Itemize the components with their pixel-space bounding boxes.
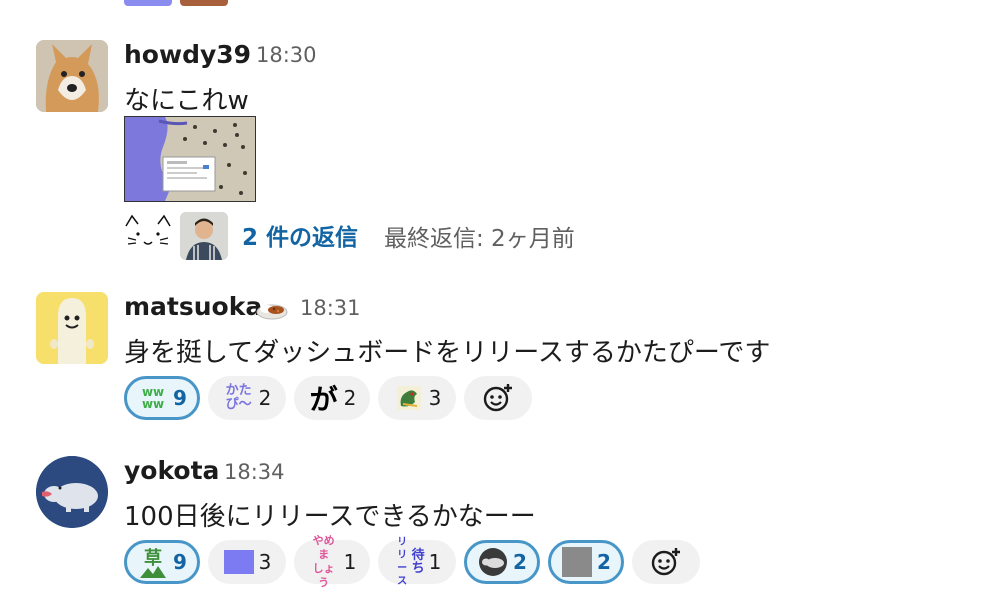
message-text: なにこれw <box>124 86 249 116</box>
reaction-count: 3 <box>258 550 272 574</box>
hippo-avatar-icon <box>36 456 108 528</box>
reaction-count: 2 <box>343 386 357 410</box>
ghost-avatar-icon <box>36 292 108 364</box>
person-avatar-icon <box>180 212 228 260</box>
dragon-icon <box>393 382 425 414</box>
username[interactable]: yokota <box>124 456 219 485</box>
reaction-count: 1 <box>343 550 357 574</box>
dog-avatar-icon <box>36 40 108 112</box>
previous-reaction-fragment <box>124 0 172 6</box>
reply-avatar-person[interactable] <box>180 212 228 260</box>
reaction-hippo[interactable]: 2 <box>464 540 540 584</box>
yamemashou-icon: やめま しょう <box>312 534 335 589</box>
katapi-icon: かた ぴ〜 <box>225 383 252 412</box>
reply-avatar-cat[interactable] <box>124 212 172 260</box>
avatar[interactable] <box>36 40 108 112</box>
reaction-release-machi[interactable]: リリース 待ち 1 <box>378 537 456 587</box>
add-emoji-icon <box>651 548 680 576</box>
curry-rice-icon <box>256 296 288 320</box>
reaction-count: 2 <box>258 386 272 410</box>
svg-text:草: 草 <box>144 547 162 569</box>
reaction-wwww[interactable]: ww ww 9 <box>124 376 200 420</box>
timestamp[interactable]: 18:30 <box>256 43 317 67</box>
avatar[interactable] <box>36 456 108 528</box>
reaction-gray-square[interactable]: 2 <box>548 540 624 584</box>
reaction-count: 9 <box>173 550 187 574</box>
screenshot-thumbnail-icon <box>125 117 255 201</box>
reaction-katapi[interactable]: かた ぴ〜 2 <box>208 376 286 420</box>
gray-square-icon <box>561 546 593 578</box>
wwww-icon: ww ww <box>141 385 165 411</box>
add-reaction-button[interactable] <box>632 540 700 584</box>
previous-avatar-fragment <box>180 0 228 6</box>
message-text: 100日後にリリースできるかなーー <box>124 502 536 532</box>
reaction-kusa[interactable]: 草 9 <box>124 540 200 584</box>
avatar[interactable] <box>36 292 108 364</box>
timestamp[interactable]: 18:34 <box>224 460 285 484</box>
reaction-yamemashou[interactable]: やめま しょう 1 <box>294 534 370 589</box>
kusa-icon: 草 <box>137 546 169 578</box>
reaction-ga[interactable]: が 2 <box>294 376 370 420</box>
reaction-count: 9 <box>173 386 187 410</box>
hippo-circle-icon <box>477 546 509 578</box>
reaction-count: 3 <box>428 386 442 410</box>
reaction-count: 1 <box>428 550 442 574</box>
username[interactable]: matsuoka <box>124 292 262 321</box>
message-text: 身を挺してダッシュボードをリリースするかたぴーです <box>124 338 771 368</box>
image-attachment[interactable] <box>124 116 256 202</box>
cat-face-icon <box>125 214 171 245</box>
thread-replies-link[interactable]: 2 件の返信 <box>242 218 358 252</box>
add-reaction-button[interactable] <box>464 376 532 420</box>
username[interactable]: howdy39 <box>124 40 251 69</box>
timestamp[interactable]: 18:31 <box>300 296 361 320</box>
purple-square-icon <box>223 546 255 578</box>
thread-last-reply: 最終返信: 2ヶ月前 <box>384 226 575 252</box>
reaction-purple-square[interactable]: 3 <box>208 540 286 584</box>
ga-icon: が <box>309 383 338 416</box>
reaction-dragon[interactable]: 3 <box>378 376 456 420</box>
add-emoji-icon <box>483 384 512 412</box>
reaction-count: 2 <box>513 550 527 574</box>
release-machi-icon: リリース 待ち <box>397 537 425 587</box>
reaction-count: 2 <box>597 550 611 574</box>
